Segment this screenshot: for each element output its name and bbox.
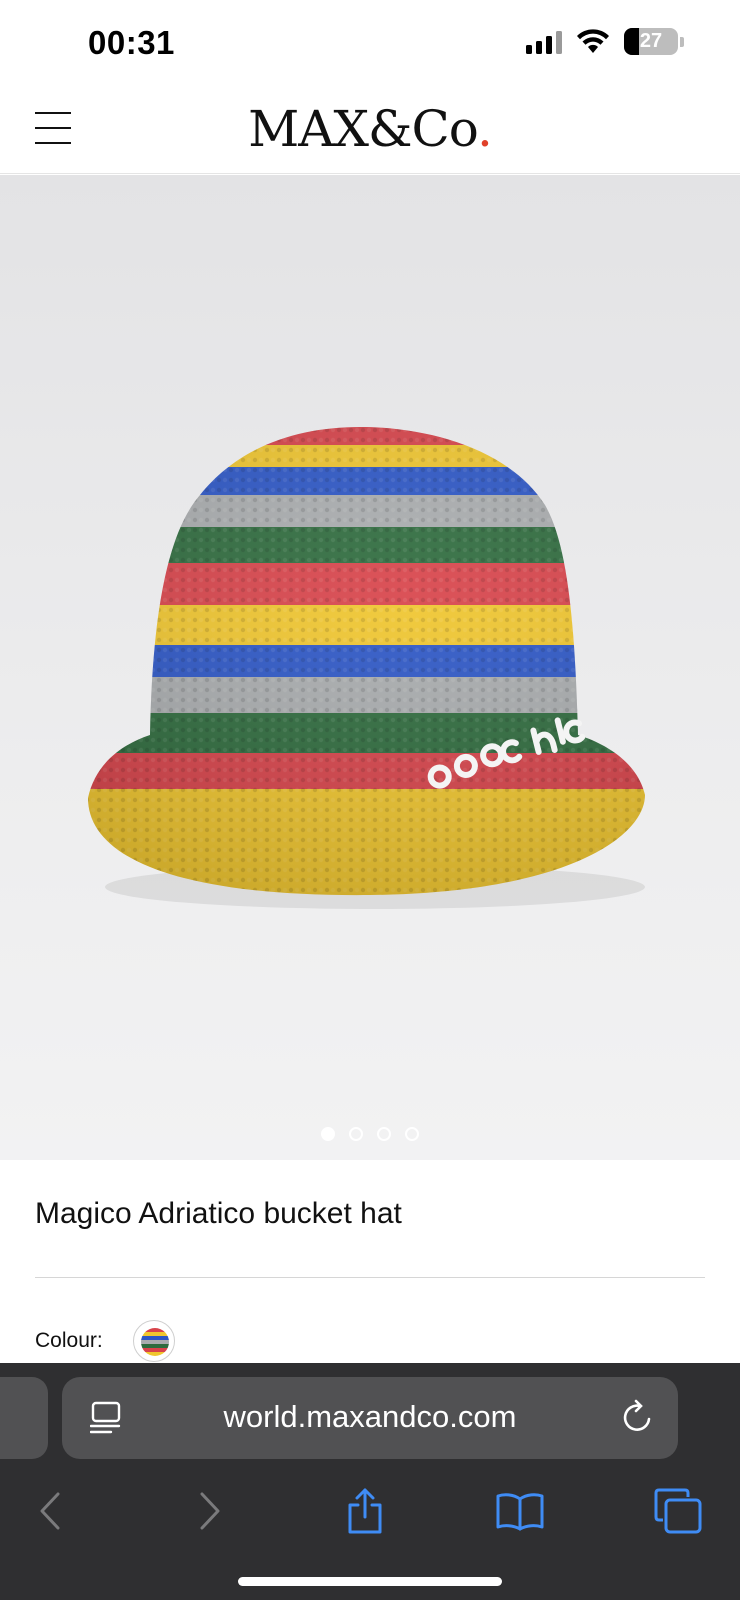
status-time: 00:31 [88,24,175,61]
reload-icon[interactable] [622,1399,656,1435]
back-icon [40,1492,60,1530]
back-button[interactable] [20,1481,80,1541]
brand-logo[interactable]: MAX&Co. [0,100,740,158]
bookmarks-icon [496,1493,544,1531]
carousel-dot-2[interactable] [349,1127,363,1141]
carousel-dot-1[interactable] [321,1127,335,1141]
wifi-icon [577,28,609,53]
battery-icon: 27 [624,28,684,55]
product-image-carousel[interactable] [0,175,740,1160]
battery-percent: 27 [639,30,663,52]
forward-button[interactable] [180,1481,240,1541]
tabs-icon [654,1488,702,1534]
share-button[interactable] [335,1481,395,1541]
product-title: Magico Adriatico bucket hat [35,1197,402,1230]
status-icons: 27 [526,28,684,55]
carousel-dots[interactable] [0,1127,740,1141]
site-header: MAX&Co. [0,88,740,174]
carousel-dot-4[interactable] [405,1127,419,1141]
carousel-dot-3[interactable] [377,1127,391,1141]
address-bar[interactable]: world.maxandco.com [62,1377,678,1459]
share-icon [348,1488,382,1534]
tabs-button[interactable] [648,1481,708,1541]
browser-toolbar: world.maxandco.com [0,1363,740,1600]
striped-crochet-bucket-hat-image [88,427,645,909]
colour-swatch-multicolour[interactable] [133,1320,175,1362]
status-bar: 00:31 27 [0,0,740,88]
forward-icon [200,1492,220,1530]
cellular-signal-icon [526,30,562,54]
swatch-stripes-icon [141,1328,169,1356]
colour-label: Colour: [35,1329,103,1352]
divider [35,1277,705,1278]
bookmarks-button[interactable] [490,1481,550,1541]
logo-text: MAX&Co [248,100,478,158]
previous-tab-preview[interactable] [0,1377,48,1459]
url-text: world.maxandco.com [223,1399,517,1434]
home-indicator[interactable] [238,1577,502,1586]
logo-dot: . [476,100,493,158]
